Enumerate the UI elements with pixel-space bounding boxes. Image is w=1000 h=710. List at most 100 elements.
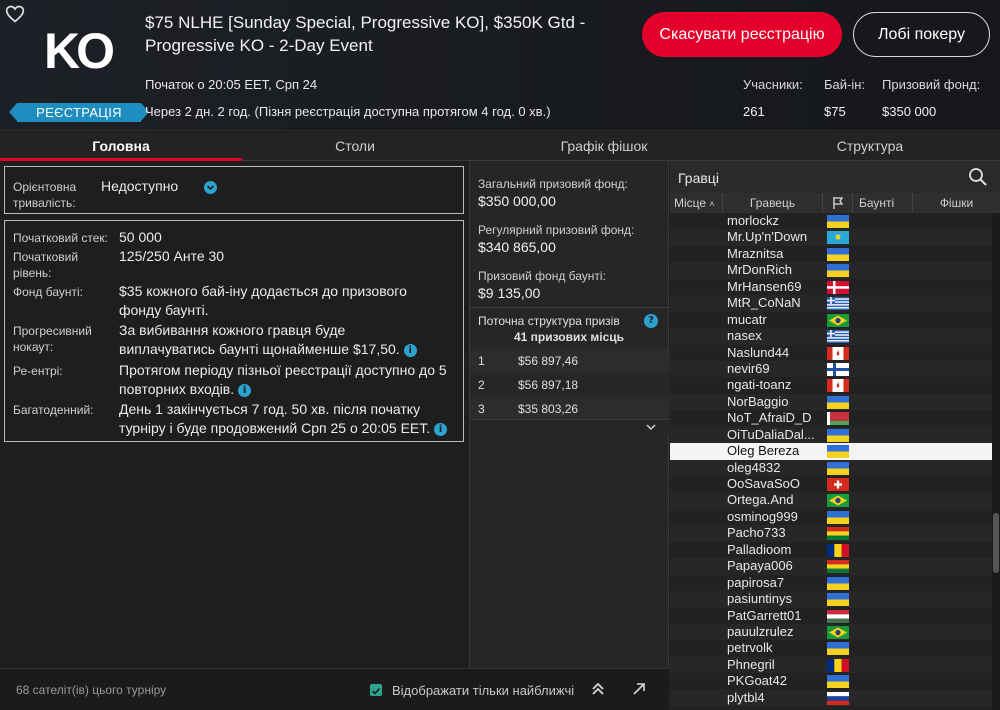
player-row[interactable]: PatGarrett01 <box>670 607 992 624</box>
country-flag-icon <box>827 445 849 459</box>
player-name: NorBaggio <box>727 393 789 409</box>
duration-value: Недоступно <box>101 178 179 194</box>
info-icon[interactable]: i <box>434 423 448 436</box>
player-row[interactable]: Naslund44 <box>670 344 992 361</box>
player-name: Papaya006 <box>727 558 793 574</box>
start-time: Початок о 20:05 EET, Срп 24 <box>145 77 318 92</box>
tab-tables[interactable]: Столи <box>242 132 468 160</box>
player-row[interactable]: Mraznitsa <box>670 245 992 263</box>
country-flag-icon <box>827 231 849 245</box>
prize-pool-value: $350 000 <box>882 104 937 119</box>
bounty-prize-label: Призовий фонд баунті: <box>478 269 606 283</box>
country-flag-icon <box>827 494 849 508</box>
player-row[interactable]: NoT_AfraiD_D <box>670 410 992 427</box>
info-icon[interactable]: i <box>238 384 252 397</box>
player-row[interactable]: papirosa7 <box>670 574 992 592</box>
player-row[interactable]: Phnegril <box>670 656 992 674</box>
players-scrollbar[interactable] <box>992 213 1000 710</box>
player-name: ngati-toanz <box>727 377 792 393</box>
country-flag-icon <box>827 625 849 639</box>
tournament-info-panel: Орієнтовна тривалість: Недоступно Початк… <box>0 161 668 710</box>
player-name: PKGoat42 <box>727 673 787 689</box>
tab-structure[interactable]: Структура <box>740 132 1000 160</box>
info-icon[interactable]: i <box>403 344 417 357</box>
player-row[interactable]: plytbl4 <box>670 689 992 707</box>
cancel-registration-button[interactable]: Скасувати реєстрацію <box>642 12 842 57</box>
nearest-only-label[interactable]: Відображати тільки найближчі <box>392 683 574 698</box>
country-flag-icon <box>827 428 849 442</box>
player-name: OiTuDaliaDal... <box>727 426 815 442</box>
col-chips[interactable]: Фішки <box>913 193 1000 213</box>
country-flag-icon <box>827 560 849 574</box>
duration-box: Орієнтовна тривалість: Недоступно <box>4 166 464 214</box>
country-flag-icon <box>827 297 849 311</box>
players-search-bar[interactable]: Гравці <box>670 161 1000 193</box>
expand-prizes[interactable] <box>470 419 670 435</box>
poker-lobby-button[interactable]: Лобі покеру <box>853 12 990 57</box>
player-name: Phnegril <box>727 656 775 672</box>
tab-main[interactable]: Головна <box>0 132 242 161</box>
country-flag-icon <box>827 379 849 393</box>
player-row[interactable]: pasiuntinys <box>670 591 992 608</box>
player-row[interactable]: MtR_CoNaN <box>670 295 992 312</box>
prize-pool-panel: Загальний призовий фонд: $350 000,00 Рег… <box>469 161 670 668</box>
player-name: mucatr <box>727 311 767 327</box>
nearest-only-checkbox[interactable] <box>370 684 382 696</box>
tournament-title: $75 NLHE [Sunday Special, Progressive KO… <box>145 13 586 55</box>
popout-arrow-icon[interactable] <box>631 681 647 697</box>
country-flag-icon <box>827 461 849 475</box>
player-name: nevir69 <box>727 360 770 376</box>
regular-prize-label: Регулярний призовий фонд: <box>478 223 635 237</box>
col-country[interactable] <box>823 193 853 213</box>
player-row[interactable]: oleg4832 <box>670 459 992 476</box>
starting-stack-label: Початковий стек: <box>13 231 108 245</box>
favorite-heart-icon[interactable] <box>5 4 25 24</box>
player-row[interactable]: PKGoat42 <box>670 673 992 690</box>
country-flag-icon <box>827 478 849 491</box>
player-row[interactable]: ngati-toanz <box>670 377 992 394</box>
player-row[interactable]: morlockz <box>670 213 992 230</box>
total-prize-value: $350 000,00 <box>478 193 556 209</box>
player-row[interactable]: Palladioom <box>670 541 992 559</box>
chevron-down-icon[interactable] <box>645 422 657 432</box>
player-row[interactable]: pauulzrulez <box>670 623 992 641</box>
player-name: osminog999 <box>727 508 798 524</box>
double-chevron-up-icon[interactable] <box>590 681 606 697</box>
tab-chip-graph[interactable]: Графік фішок <box>468 132 740 160</box>
player-row[interactable]: MrDonRich <box>670 262 992 279</box>
player-row[interactable]: petrvolk <box>670 640 992 657</box>
player-row[interactable]: Oleg Bereza <box>670 443 992 460</box>
buyin-value: $75 <box>824 104 846 119</box>
player-row[interactable]: mucatr <box>670 311 992 329</box>
chevron-down-icon[interactable] <box>204 181 217 194</box>
country-flag-icon <box>827 330 849 344</box>
satellites-count[interactable]: 68 сателіт(ів) цього турніру <box>16 683 166 697</box>
player-name: papirosa7 <box>727 574 785 590</box>
player-row[interactable]: Mr.Up'n'Down <box>670 229 992 246</box>
player-row[interactable]: Papaya006 <box>670 558 992 575</box>
player-row[interactable]: Pacho733 <box>670 525 992 542</box>
player-row[interactable]: nasex <box>670 328 992 345</box>
player-name: petrvolk <box>727 640 773 656</box>
player-row[interactable]: OiTuDaliaDal... <box>670 426 992 444</box>
player-name: pauulzrulez <box>727 623 794 639</box>
player-row[interactable]: MrHansen69 <box>670 278 992 296</box>
col-player[interactable]: Гравець <box>723 193 823 213</box>
help-icon[interactable]: ? <box>644 314 658 328</box>
player-row[interactable]: osminog999 <box>670 508 992 526</box>
progressive-knockout-value: За вибивання кожного гравця буде виплачу… <box>119 321 439 359</box>
col-place[interactable]: Місце ˄ <box>670 193 723 213</box>
search-icon[interactable] <box>968 167 988 187</box>
player-row[interactable]: NorBaggio <box>670 393 992 411</box>
col-bounty[interactable]: Баунті <box>853 193 913 213</box>
prize-places-count: 41 призових місць <box>514 330 625 344</box>
player-name: pasiuntinys <box>727 591 793 607</box>
players-count-value: 261 <box>743 104 765 119</box>
players-panel: Гравці Місце ˄ Гравець Баунті Фішки morl… <box>670 161 1000 710</box>
player-row[interactable]: OoSavaSoO <box>670 476 992 493</box>
player-row[interactable]: Ortega.And <box>670 492 992 509</box>
scrollbar-thumb[interactable] <box>993 513 999 573</box>
player-row[interactable]: nevir69 <box>670 360 992 378</box>
flag-icon <box>833 197 844 209</box>
prize-row: 3 $35 803,26 <box>470 397 670 421</box>
